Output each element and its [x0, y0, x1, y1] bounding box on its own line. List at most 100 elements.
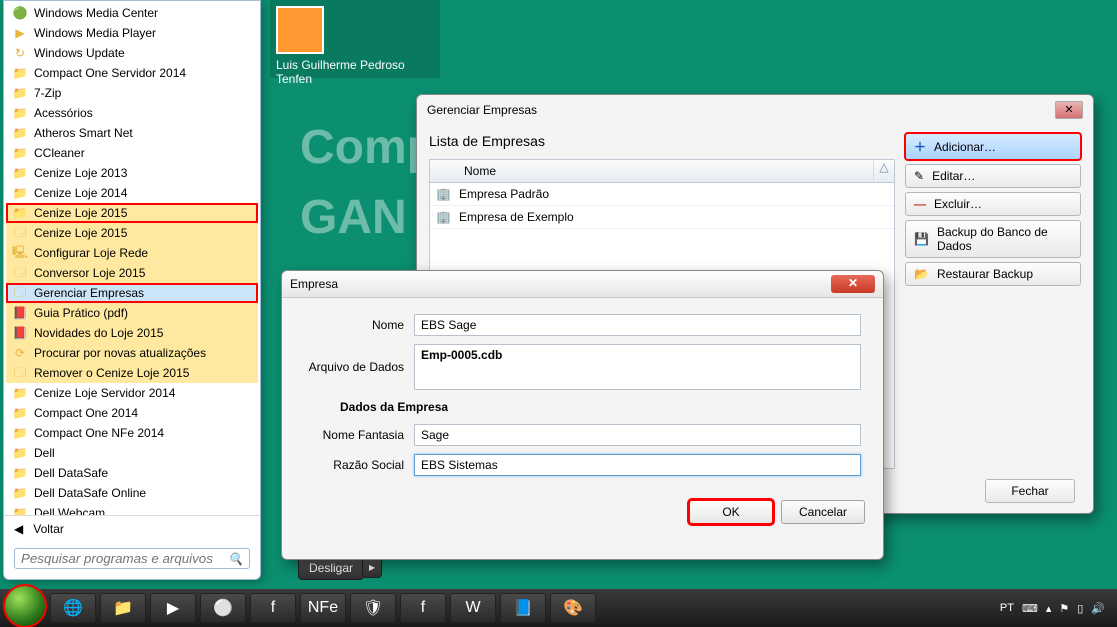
- user-picture: [276, 6, 324, 54]
- program-icon: 📁: [12, 165, 28, 181]
- start-menu-list: 🟢Windows Media Center▶Windows Media Play…: [4, 1, 260, 515]
- program-label: Dell DataSafe: [34, 466, 108, 480]
- taskbar-app-button[interactable]: W: [450, 593, 496, 623]
- label-razao: Razão Social: [304, 458, 414, 472]
- taskbar-app-button[interactable]: f: [400, 593, 446, 623]
- disk-icon: 💾: [914, 232, 929, 246]
- network-icon[interactable]: ▯: [1077, 602, 1083, 615]
- taskbar-app-button[interactable]: f: [250, 593, 296, 623]
- start-menu-item[interactable]: 📁Dell: [6, 443, 258, 463]
- start-menu-item[interactable]: 📕Guia Prático (pdf): [6, 303, 258, 323]
- taskbar-app-button[interactable]: 🎨: [550, 593, 596, 623]
- keyboard-icon[interactable]: ⌨: [1022, 602, 1038, 615]
- start-menu-item[interactable]: 📁Cenize Loje 2014: [6, 183, 258, 203]
- flag-icon[interactable]: ⚑: [1059, 602, 1069, 615]
- taskbar-app-button[interactable]: ▶: [150, 593, 196, 623]
- add-button[interactable]: ＋ Adicionar…: [905, 133, 1081, 160]
- razao-field[interactable]: EBS Sistemas: [414, 454, 861, 476]
- start-menu-item[interactable]: 📕Novidades do Loje 2015: [6, 323, 258, 343]
- program-label: Cenize Loje Servidor 2014: [34, 386, 175, 400]
- taskbar-app-button[interactable]: ⚪: [200, 593, 246, 623]
- program-label: Compact One 2014: [34, 406, 138, 420]
- start-menu-item[interactable]: 📁Cenize Loje Servidor 2014: [6, 383, 258, 403]
- program-label: Atheros Smart Net: [34, 126, 133, 140]
- tray-chevron-icon[interactable]: ▴: [1046, 602, 1052, 615]
- empresa-dialog: Empresa ✕ Nome EBS Sage Arquivo de Dados…: [281, 270, 884, 560]
- edit-button[interactable]: ✎ Editar…: [905, 164, 1081, 188]
- program-label: Procurar por novas atualizações: [34, 346, 206, 360]
- fantasia-field[interactable]: Sage: [414, 424, 861, 446]
- start-menu-item[interactable]: ↻Windows Update: [6, 43, 258, 63]
- back-arrow-icon: ◀: [14, 522, 23, 536]
- close-button[interactable]: Fechar: [985, 479, 1075, 503]
- start-menu-item[interactable]: 📁 Compact One Servidor 2014: [6, 63, 258, 83]
- restore-label: Restaurar Backup: [937, 267, 1033, 281]
- restore-button[interactable]: 📂 Restaurar Backup: [905, 262, 1081, 286]
- folder-open-icon: 📂: [914, 267, 929, 281]
- volume-icon[interactable]: 🔊: [1091, 602, 1105, 615]
- taskbar-app-button[interactable]: 📁: [100, 593, 146, 623]
- program-icon: 📕: [12, 325, 28, 341]
- program-label: Acessórios: [34, 106, 93, 120]
- gerenciar-titlebar: Gerenciar Empresas ✕: [417, 95, 1093, 125]
- start-menu-item[interactable]: 📁7-Zip: [6, 83, 258, 103]
- program-label: Conversor Loje 2015: [34, 266, 145, 280]
- program-icon: 📁: [12, 465, 28, 481]
- nome-field[interactable]: EBS Sage: [414, 314, 861, 336]
- program-icon: 🗔: [12, 365, 28, 381]
- start-button[interactable]: [4, 585, 46, 627]
- start-menu-item[interactable]: 🗔Conversor Loje 2015: [6, 263, 258, 283]
- start-menu-item[interactable]: 📁Atheros Smart Net: [6, 123, 258, 143]
- col-nome[interactable]: Nome: [456, 160, 874, 182]
- start-menu-item[interactable]: 📁Cenize Loje 2013: [6, 163, 258, 183]
- program-icon: 📁: [12, 105, 28, 121]
- taskbar-app-button[interactable]: 🛡: [350, 593, 396, 623]
- start-menu-item[interactable]: 🖳Configurar Loje Rede: [6, 243, 258, 263]
- system-tray[interactable]: PT ⌨ ▴ ⚑ ▯ 🔊: [1000, 602, 1113, 615]
- start-menu-back[interactable]: ◀ Voltar: [4, 515, 260, 542]
- start-menu-item[interactable]: ▶Windows Media Player: [6, 23, 258, 43]
- close-icon[interactable]: ✕: [1055, 101, 1083, 119]
- cancel-button[interactable]: Cancelar: [781, 500, 865, 524]
- taskbar: 🌐📁▶⚪fNFe🛡fW📘🎨 PT ⌨ ▴ ⚑ ▯ 🔊: [0, 589, 1117, 627]
- taskbar-app-button[interactable]: 📘: [500, 593, 546, 623]
- bg-word-2: GAN: [300, 190, 407, 245]
- start-menu-item[interactable]: 📁Compact One NFe 2014: [6, 423, 258, 443]
- ok-button[interactable]: OK: [689, 500, 773, 524]
- start-menu-item[interactable]: 📁 Dell DataSafe: [6, 463, 258, 483]
- taskbar-app-button[interactable]: NFe: [300, 593, 346, 623]
- edit-icon: ✎: [914, 169, 924, 183]
- start-menu-item[interactable]: ⟳Procurar por novas atualizações: [6, 343, 258, 363]
- taskbar-app-button[interactable]: 🌐: [50, 593, 96, 623]
- delete-button[interactable]: — Excluir…: [905, 192, 1081, 216]
- program-icon: 📁: [12, 185, 28, 201]
- search-input[interactable]: [21, 551, 228, 566]
- start-menu-search[interactable]: 🔍: [14, 548, 250, 569]
- tray-lang[interactable]: PT: [1000, 602, 1014, 614]
- start-menu-item[interactable]: 📁CCleaner: [6, 143, 258, 163]
- start-menu-item[interactable]: 📁 Acessórios: [6, 103, 258, 123]
- program-label: Dell Webcam: [34, 506, 105, 515]
- start-menu-item[interactable]: 🗔Remover o Cenize Loje 2015: [6, 363, 258, 383]
- start-menu-item[interactable]: 📁Dell Webcam: [6, 503, 258, 515]
- sort-asc-icon[interactable]: △: [874, 160, 894, 182]
- backup-button[interactable]: 💾 Backup do Banco de Dados: [905, 220, 1081, 258]
- start-menu-item[interactable]: 📁Compact One 2014: [6, 403, 258, 423]
- program-label: CCleaner: [34, 146, 85, 160]
- section-dados-empresa: Dados da Empresa: [340, 400, 861, 414]
- program-label: Windows Media Center: [34, 6, 158, 20]
- program-icon: 🗔: [12, 225, 28, 241]
- company-row[interactable]: 🏢Empresa de Exemplo: [430, 206, 894, 229]
- start-menu-item[interactable]: 📁Cenize Loje 2015: [6, 203, 258, 223]
- program-label: Windows Update: [34, 46, 125, 60]
- start-menu-item[interactable]: 🟢Windows Media Center: [6, 3, 258, 23]
- company-grid-header[interactable]: Nome △: [430, 160, 894, 183]
- program-icon: 🖳: [12, 245, 28, 261]
- start-menu-item[interactable]: 🗔Gerenciar Empresas: [6, 283, 258, 303]
- start-menu-item[interactable]: 📁Dell DataSafe Online: [6, 483, 258, 503]
- start-menu-item[interactable]: 🗔Cenize Loje 2015: [6, 223, 258, 243]
- program-label: 7-Zip: [34, 86, 61, 100]
- close-icon[interactable]: ✕: [831, 275, 875, 293]
- company-row[interactable]: 🏢Empresa Padrão: [430, 183, 894, 206]
- program-icon: 📁: [12, 485, 28, 501]
